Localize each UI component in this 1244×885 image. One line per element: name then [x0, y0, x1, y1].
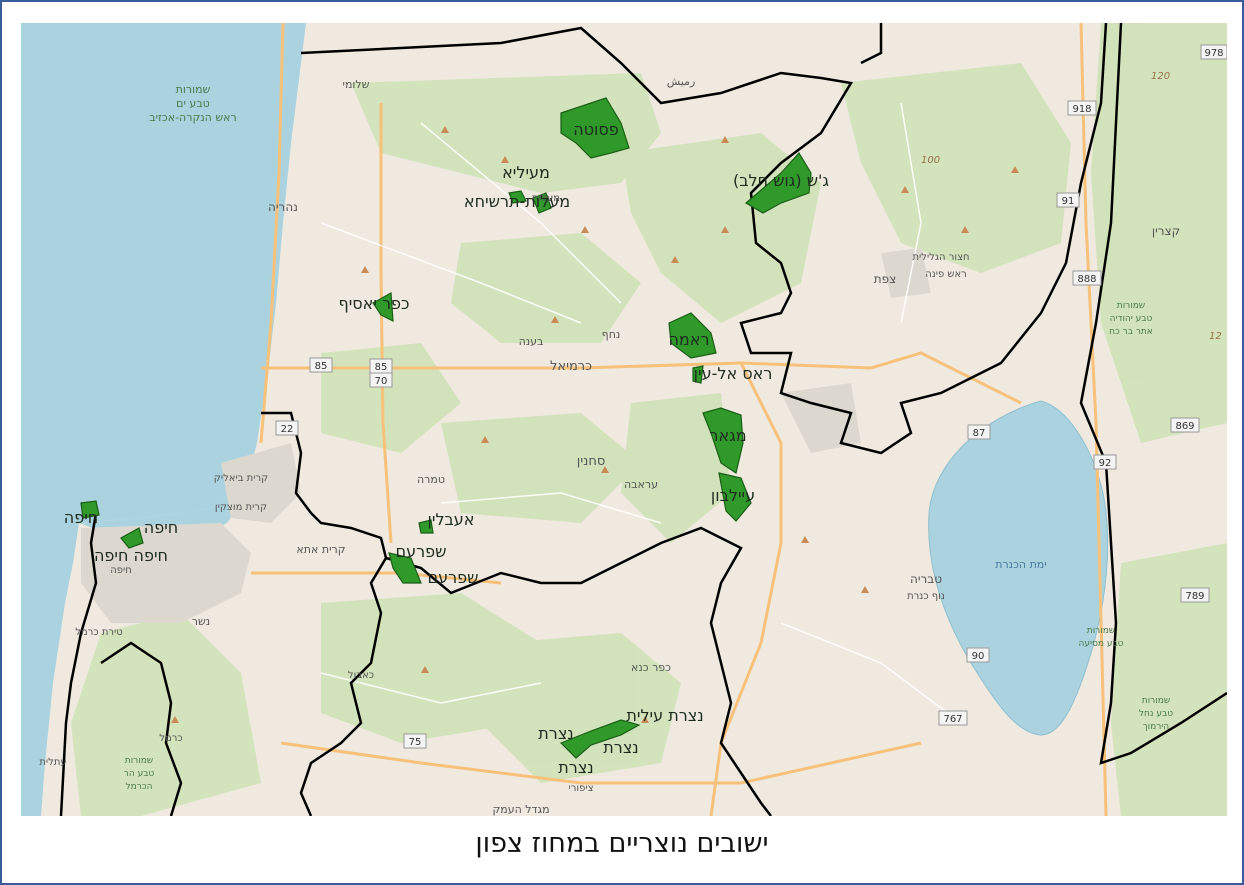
- label-migdal-haemek: מגדל העמק: [492, 803, 549, 816]
- label-reserve-sea-3: ראש הנקרה-אכזיב: [149, 111, 236, 124]
- label-tzfat: צפת: [874, 272, 897, 286]
- road-85-b: 85: [375, 362, 388, 373]
- road-918: 918: [1072, 104, 1091, 115]
- label-kabul: כאבול: [348, 670, 374, 681]
- road-91: 91: [1062, 196, 1075, 207]
- settlement-label-maalot: מעלות-תרשיחא: [464, 192, 570, 211]
- settlement-label-nazareth-3: נצרת: [558, 758, 593, 777]
- settlement-label-rama: ראמה: [668, 330, 709, 349]
- road-978: 978: [1204, 48, 1223, 59]
- settlement-label-miilya: מעיליא: [502, 163, 550, 182]
- label-hatzor: חצור הגלילית: [912, 252, 969, 263]
- road-888: 888: [1077, 274, 1096, 285]
- label-reserve-yarmouk-1: שמורות: [1142, 696, 1170, 706]
- settlement-label-jish: ג'ש (גוש חלב): [733, 171, 829, 190]
- settlement-label-fassuta: פסוטה: [573, 120, 619, 139]
- label-reserve-carmel-3: הכרמל: [126, 782, 153, 792]
- label-kfar-kana: כפר כנא: [631, 661, 671, 674]
- label-arraba: עראבה: [624, 478, 658, 491]
- label-reserve-mesh-1: שמורות: [1087, 626, 1115, 636]
- label-nesher: נשר: [192, 615, 210, 628]
- settlement-label-nazareth-2: נצרת: [603, 738, 638, 757]
- label-reserve-sea-2: טבע ים: [176, 97, 210, 110]
- label-shlomi: שלומי: [343, 78, 370, 91]
- settlement-label-kafr-yasif: כפר יאסיף: [338, 294, 409, 313]
- settlement-label-shfaram-2: שפרעם: [428, 568, 479, 587]
- road-869: 869: [1175, 421, 1194, 432]
- elevation-120: 120: [1151, 71, 1170, 82]
- label-tiberias: טבריה: [910, 572, 942, 586]
- map-caption: ישובים נוצריים במחוז צפון: [475, 828, 769, 859]
- label-karmiel: כרמיאל: [550, 359, 592, 374]
- settlement-label-eilabun: עיילבון: [711, 486, 755, 505]
- label-kiryat-ata: קרית אתא: [296, 543, 345, 556]
- road-767: 767: [943, 714, 962, 725]
- label-tamra: טמרה: [417, 473, 445, 486]
- road-92: 92: [1099, 458, 1112, 469]
- label-reserve-carmel-2: טבע הר: [124, 769, 155, 779]
- road-789: 789: [1185, 591, 1204, 602]
- label-nof-kinneret: נוף כנרת: [907, 591, 945, 602]
- settlement-label-haifa-1: חיפה: [64, 508, 98, 527]
- road-22: 22: [281, 424, 294, 435]
- settlement-label-ras-al-ein: ראס אל-עין: [694, 364, 773, 383]
- road-85-a: 85: [315, 361, 328, 372]
- settlement-label-nazareth-illit: נצרת עילית: [626, 706, 703, 725]
- settlement-label-shfaram-1: שפרעם: [396, 542, 447, 561]
- settlement-label-ibillin: אעבלין: [428, 510, 475, 529]
- settlement-label-haifa-2: חיפה: [144, 518, 178, 537]
- label-nahariya: נהריה: [268, 200, 298, 214]
- label-reserve-golan-3: אתר בר כח: [1109, 327, 1153, 337]
- label-reserve-sea-1: שמורות: [176, 83, 211, 96]
- label-reserve-yarmouk-3: הירמוך: [1143, 722, 1169, 732]
- elevation-100: 100: [921, 155, 940, 166]
- label-reserve-yarmouk-2: טבע נחל: [1139, 709, 1173, 719]
- label-kinneret-lake: ימת הכנרת: [995, 558, 1047, 571]
- label-haifa-city: חיפה: [110, 565, 132, 576]
- label-zippori: ציפורי: [568, 783, 593, 794]
- label-tirat-carmel: טירת כרמל: [75, 627, 123, 638]
- label-rmeish: رميش: [667, 75, 696, 88]
- label-rosh-pina: ראש פינה: [925, 269, 967, 280]
- road-90: 90: [972, 651, 985, 662]
- label-bina: בענה: [519, 335, 544, 348]
- road-75: 75: [409, 737, 422, 748]
- label-reserve-golan-2: טבע יהודיה: [1110, 314, 1153, 324]
- elevation-12: 12: [1209, 331, 1222, 342]
- label-nahf: נחף: [602, 328, 621, 341]
- label-carmel: כרמל: [159, 733, 182, 744]
- label-atlit: עתלית: [39, 757, 66, 768]
- road-70: 70: [375, 376, 388, 387]
- map-canvas[interactable]: שמורות טבע ים ראש הנקרה-אכזיב שלומי رميش…: [21, 23, 1227, 816]
- label-kiryat-bialik: קרית ביאליק: [214, 473, 268, 484]
- figure-frame: שמורות טבע ים ראש הנקרה-אכזיב שלומי رميش…: [0, 0, 1244, 885]
- map-panel[interactable]: שמורות טבע ים ראש הנקרה-אכזיב שלומי رميش…: [21, 23, 1227, 816]
- settlement-label-haifa-3: חיפה חיפה: [94, 546, 168, 565]
- road-87: 87: [973, 428, 986, 439]
- label-reserve-carmel-1: שמורות: [125, 756, 153, 766]
- settlement-label-nazareth-1: נצרת: [538, 724, 573, 743]
- settlement-label-maghar: מגאר: [709, 426, 746, 445]
- label-kiryat-motzkin: קרית מוצקין: [215, 502, 267, 513]
- label-katzrin: קצרין: [1152, 224, 1180, 238]
- label-sakhnin: סחנין: [577, 454, 606, 469]
- label-reserve-golan-1: שמורות: [1117, 301, 1145, 311]
- label-reserve-mesh-2: טבע מסיעה: [1078, 639, 1123, 649]
